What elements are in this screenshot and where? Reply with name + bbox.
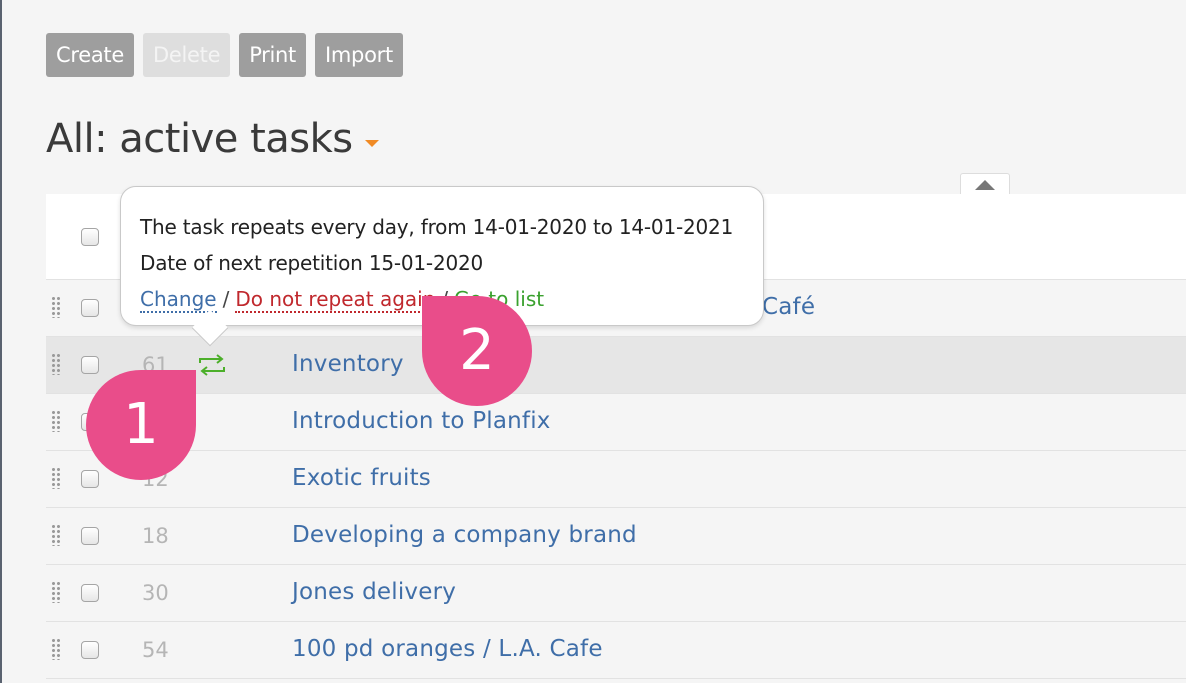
drag-handle-icon[interactable]: [51, 353, 61, 375]
drag-handle-icon[interactable]: [51, 524, 61, 546]
drag-handle-icon[interactable]: [51, 410, 61, 432]
row-checkbox[interactable]: [81, 527, 99, 545]
toolbar: Create Delete Print Import: [46, 33, 403, 77]
repeat-icon[interactable]: [197, 352, 227, 378]
callout-badge-1: 1: [86, 370, 196, 480]
task-title-link[interactable]: Introduction to Planfix: [292, 408, 551, 434]
drag-handle-icon[interactable]: [51, 638, 61, 660]
task-title-link[interactable]: Jones delivery: [292, 579, 456, 605]
table-row[interactable]: 18 Developing a company brand: [46, 508, 1186, 565]
task-number: 18: [142, 524, 169, 548]
task-title-link[interactable]: 100 pd oranges / L.A. Cafe: [292, 636, 603, 662]
do-not-repeat-link[interactable]: Do not repeat again: [235, 287, 436, 313]
import-button[interactable]: Import: [315, 33, 403, 77]
callout-badge-2: 2: [422, 296, 532, 406]
change-link[interactable]: Change: [140, 287, 217, 313]
row-checkbox[interactable]: [81, 356, 99, 374]
list-title-dropdown[interactable]: All: active tasks: [46, 116, 379, 162]
table-row[interactable]: Introduction to Planfix: [46, 394, 1186, 451]
drag-handle-icon[interactable]: [51, 581, 61, 603]
table-row[interactable]: 12 Exotic fruits: [46, 451, 1186, 508]
task-number: 54: [142, 638, 169, 662]
row-checkbox[interactable]: [81, 584, 99, 602]
task-title-link[interactable]: Inventory: [292, 351, 404, 377]
delete-button: Delete: [142, 33, 231, 77]
row-checkbox[interactable]: [81, 299, 99, 317]
drag-handle-icon[interactable]: [51, 296, 61, 318]
row-checkbox[interactable]: [81, 641, 99, 659]
table-row[interactable]: 54 100 pd oranges / L.A. Cafe: [46, 622, 1186, 679]
page-title: All: active tasks: [46, 116, 353, 162]
separator: /: [222, 287, 230, 311]
task-title-link[interactable]: Developing a company brand: [292, 522, 637, 548]
caret-down-icon: [364, 139, 379, 147]
create-button[interactable]: Create: [46, 33, 134, 77]
select-all-checkbox[interactable]: [81, 228, 99, 246]
repeat-schedule-text: The task repeats every day, from 14-01-2…: [140, 215, 734, 239]
print-button[interactable]: Print: [239, 33, 306, 77]
table-row[interactable]: 30 Jones delivery: [46, 565, 1186, 622]
task-number: 30: [142, 581, 169, 605]
task-title-link[interactable]: Exotic fruits: [292, 465, 431, 491]
collapse-up-icon[interactable]: [960, 173, 1010, 195]
row-checkbox[interactable]: [81, 470, 99, 488]
table-row[interactable]: 61 Inventory: [46, 337, 1186, 394]
task-title-link[interactable]: Café: [762, 294, 815, 320]
next-repetition-text: Date of next repetition 15-01-2020: [140, 251, 484, 275]
drag-handle-icon[interactable]: [51, 467, 61, 489]
